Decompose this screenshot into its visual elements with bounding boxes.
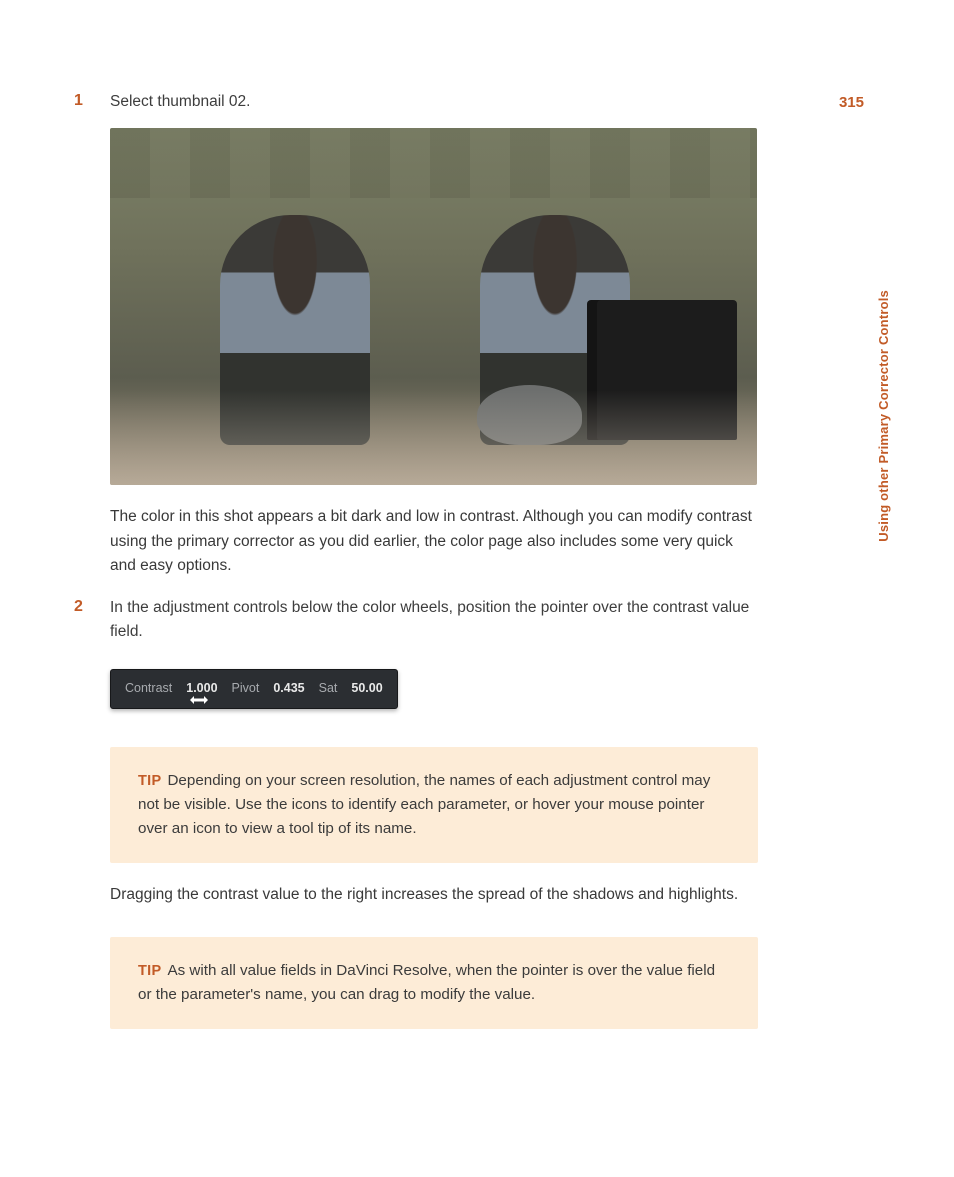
adjustment-controls-screenshot: Contrast 1.000 Pivot 0.435 Sat 50.00 [110, 669, 398, 709]
sat-value: 50.00 [351, 681, 382, 695]
tip-1-text: Depending on your screen resolution, the… [138, 772, 710, 837]
tip-2-label: TIP [138, 963, 161, 979]
sat-label: Sat [319, 681, 338, 695]
tip-box-1: TIPDepending on your screen resolution, … [110, 747, 758, 863]
step-2: 2 In the adjustment controls below the c… [110, 596, 758, 644]
figure-person-left [220, 215, 370, 445]
page-number: 315 [839, 94, 864, 111]
paragraph-1: The color in this shot appears a bit dar… [110, 505, 758, 578]
step-2-text: In the adjustment controls below the col… [110, 596, 758, 644]
tip-2-text: As with all value fields in DaVinci Reso… [138, 962, 715, 1003]
figure-pan [477, 385, 582, 445]
screenshot-kitchen-scene [110, 128, 757, 485]
contrast-value: 1.000 [186, 681, 217, 695]
step-1: 1 Select thumbnail 02. [110, 90, 758, 114]
contrast-value-text: 1.000 [186, 681, 217, 695]
step-1-text: Select thumbnail 02. [110, 90, 758, 114]
figure-pot [597, 300, 737, 440]
tip-1-label: TIP [138, 773, 161, 789]
horizontal-drag-cursor-icon [190, 695, 208, 705]
pivot-value: 0.435 [273, 681, 304, 695]
section-side-label: Using other Primary Corrector Controls [876, 290, 891, 542]
pivot-label: Pivot [232, 681, 260, 695]
paragraph-2: Dragging the contrast value to the right… [110, 883, 758, 907]
contrast-label: Contrast [125, 681, 172, 695]
step-1-number: 1 [74, 90, 110, 114]
step-2-number: 2 [74, 596, 110, 644]
tip-box-2: TIPAs with all value fields in DaVinci R… [110, 937, 758, 1029]
